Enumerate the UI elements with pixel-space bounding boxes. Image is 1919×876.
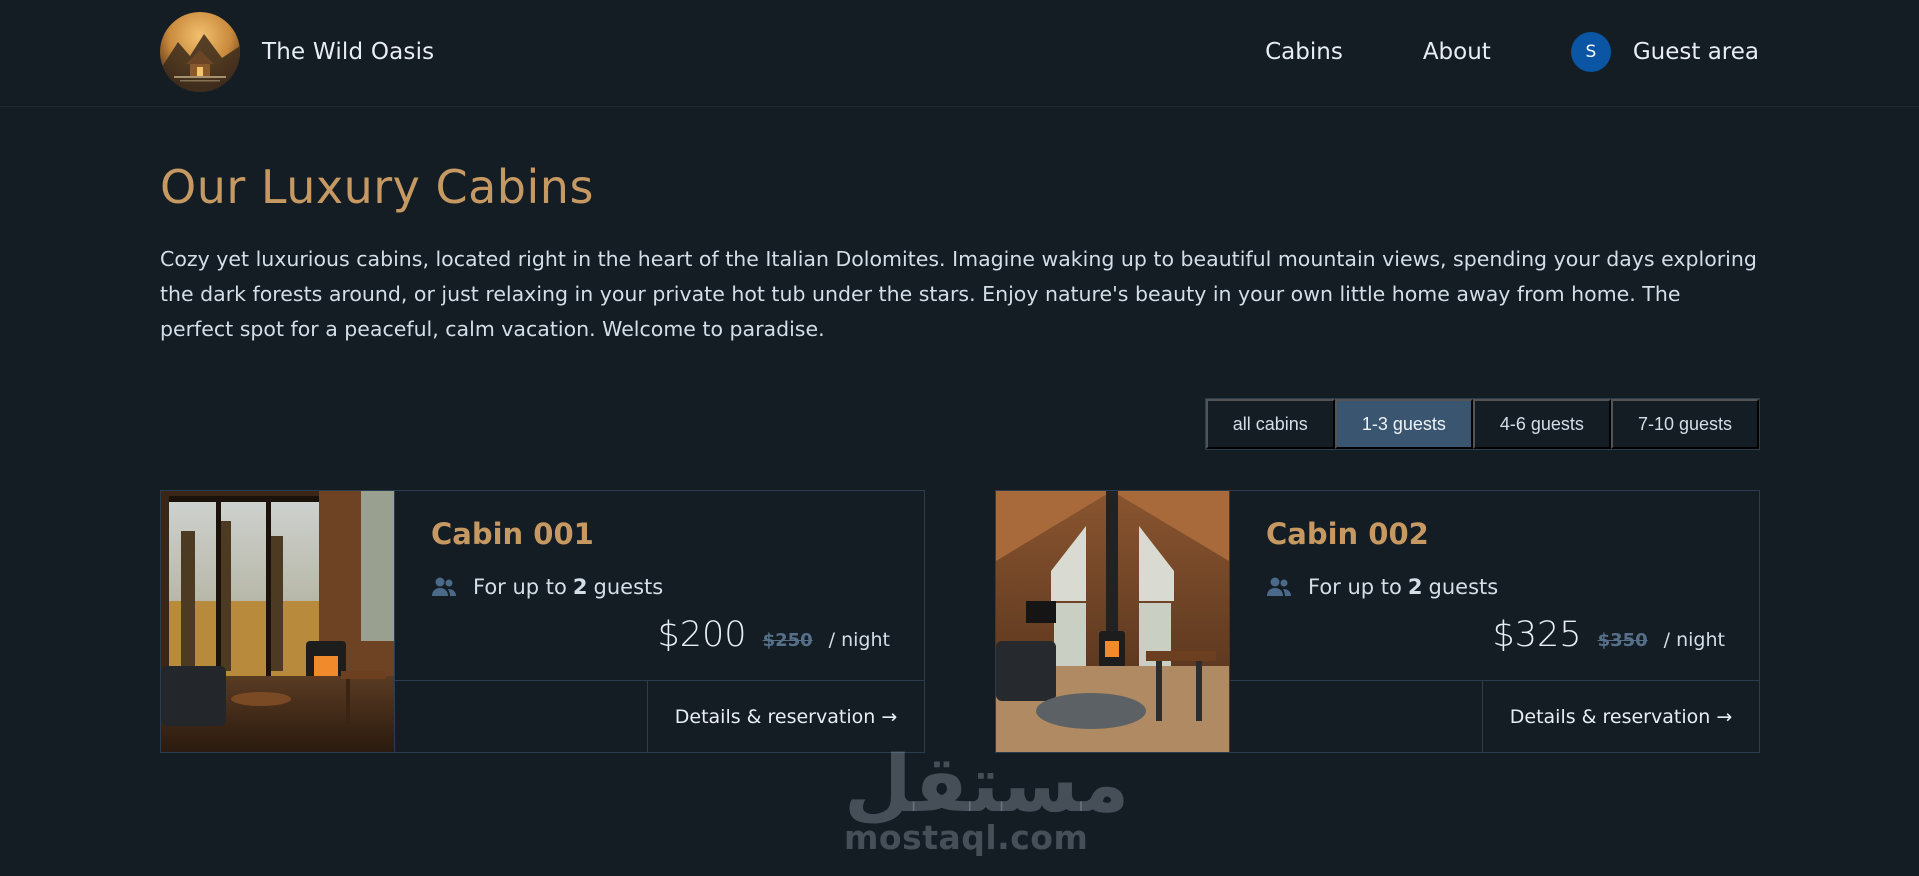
filter-4-6-guests-button[interactable]: 4-6 guests xyxy=(1472,399,1611,449)
nav-cabins-link[interactable]: Cabins xyxy=(1265,39,1343,65)
filter-1-3-guests-button[interactable]: 1-3 guests xyxy=(1334,399,1473,449)
watermark-arabic: مستقل xyxy=(844,740,1130,830)
page-title: Our Luxury Cabins xyxy=(160,160,594,214)
cabin-name: Cabin 002 xyxy=(1266,517,1429,551)
details-reservation-link[interactable]: Details & reservation → xyxy=(1482,681,1759,752)
guest-area-label: Guest area xyxy=(1632,39,1759,65)
old-price: $250 xyxy=(762,630,813,651)
price-unit: / night xyxy=(1663,629,1725,651)
price: $325 xyxy=(1492,615,1582,655)
cabin-image xyxy=(996,491,1229,752)
max-guests: 2 xyxy=(572,575,588,599)
capacity-prefix: For up to xyxy=(1308,575,1402,599)
brand-link[interactable]: The Wild Oasis xyxy=(160,12,434,92)
cabin-name: Cabin 001 xyxy=(431,517,594,551)
cabin-card: Cabin 001 For up to 2 guests $200 $250 /… xyxy=(160,490,925,753)
nav-guest-area-link[interactable]: S Guest area xyxy=(1570,32,1759,72)
price-unit: / night xyxy=(828,629,890,651)
cabin-capacity: For up to 2 guests xyxy=(431,575,663,599)
cabin-image xyxy=(161,491,394,752)
avatar: S xyxy=(1570,32,1611,72)
cabin-capacity: For up to 2 guests xyxy=(1266,575,1498,599)
cabin-logo-icon xyxy=(160,12,240,92)
cabin-details: Cabin 001 For up to 2 guests $200 $250 /… xyxy=(394,491,924,752)
brand-name: The Wild Oasis xyxy=(262,39,435,65)
intro-text: Cozy yet luxurious cabins, located right… xyxy=(160,247,1757,341)
filter-7-10-guests-button[interactable]: 7-10 guests xyxy=(1610,399,1759,449)
price: $200 xyxy=(657,615,747,655)
nav-about-link[interactable]: About xyxy=(1423,39,1491,65)
watermark-latin: mostaql.com xyxy=(844,818,1089,857)
max-guests: 2 xyxy=(1407,575,1423,599)
users-icon xyxy=(1267,577,1291,596)
site-header: The Wild Oasis Cabins About S Guest area xyxy=(0,0,1919,107)
capacity-suffix: guests xyxy=(1428,575,1499,599)
old-price: $350 xyxy=(1597,630,1648,651)
filter-all-cabins-button[interactable]: all cabins xyxy=(1205,399,1335,449)
users-icon xyxy=(432,577,456,596)
capacity-prefix: For up to xyxy=(473,575,567,599)
cabin-details: Cabin 002 For up to 2 guests $325 $350 /… xyxy=(1229,491,1759,752)
main-nav: Cabins About S Guest area xyxy=(1185,0,1759,104)
card-footer: Details & reservation → xyxy=(1230,680,1759,752)
cabin-card: Cabin 002 For up to 2 guests $325 $350 /… xyxy=(995,490,1760,753)
capacity-suffix: guests xyxy=(593,575,664,599)
capacity-filter: all cabins 1-3 guests 4-6 guests 7-10 gu… xyxy=(1204,398,1760,450)
price-row: $200 $250 / night xyxy=(657,615,890,655)
price-row: $325 $350 / night xyxy=(1492,615,1725,655)
